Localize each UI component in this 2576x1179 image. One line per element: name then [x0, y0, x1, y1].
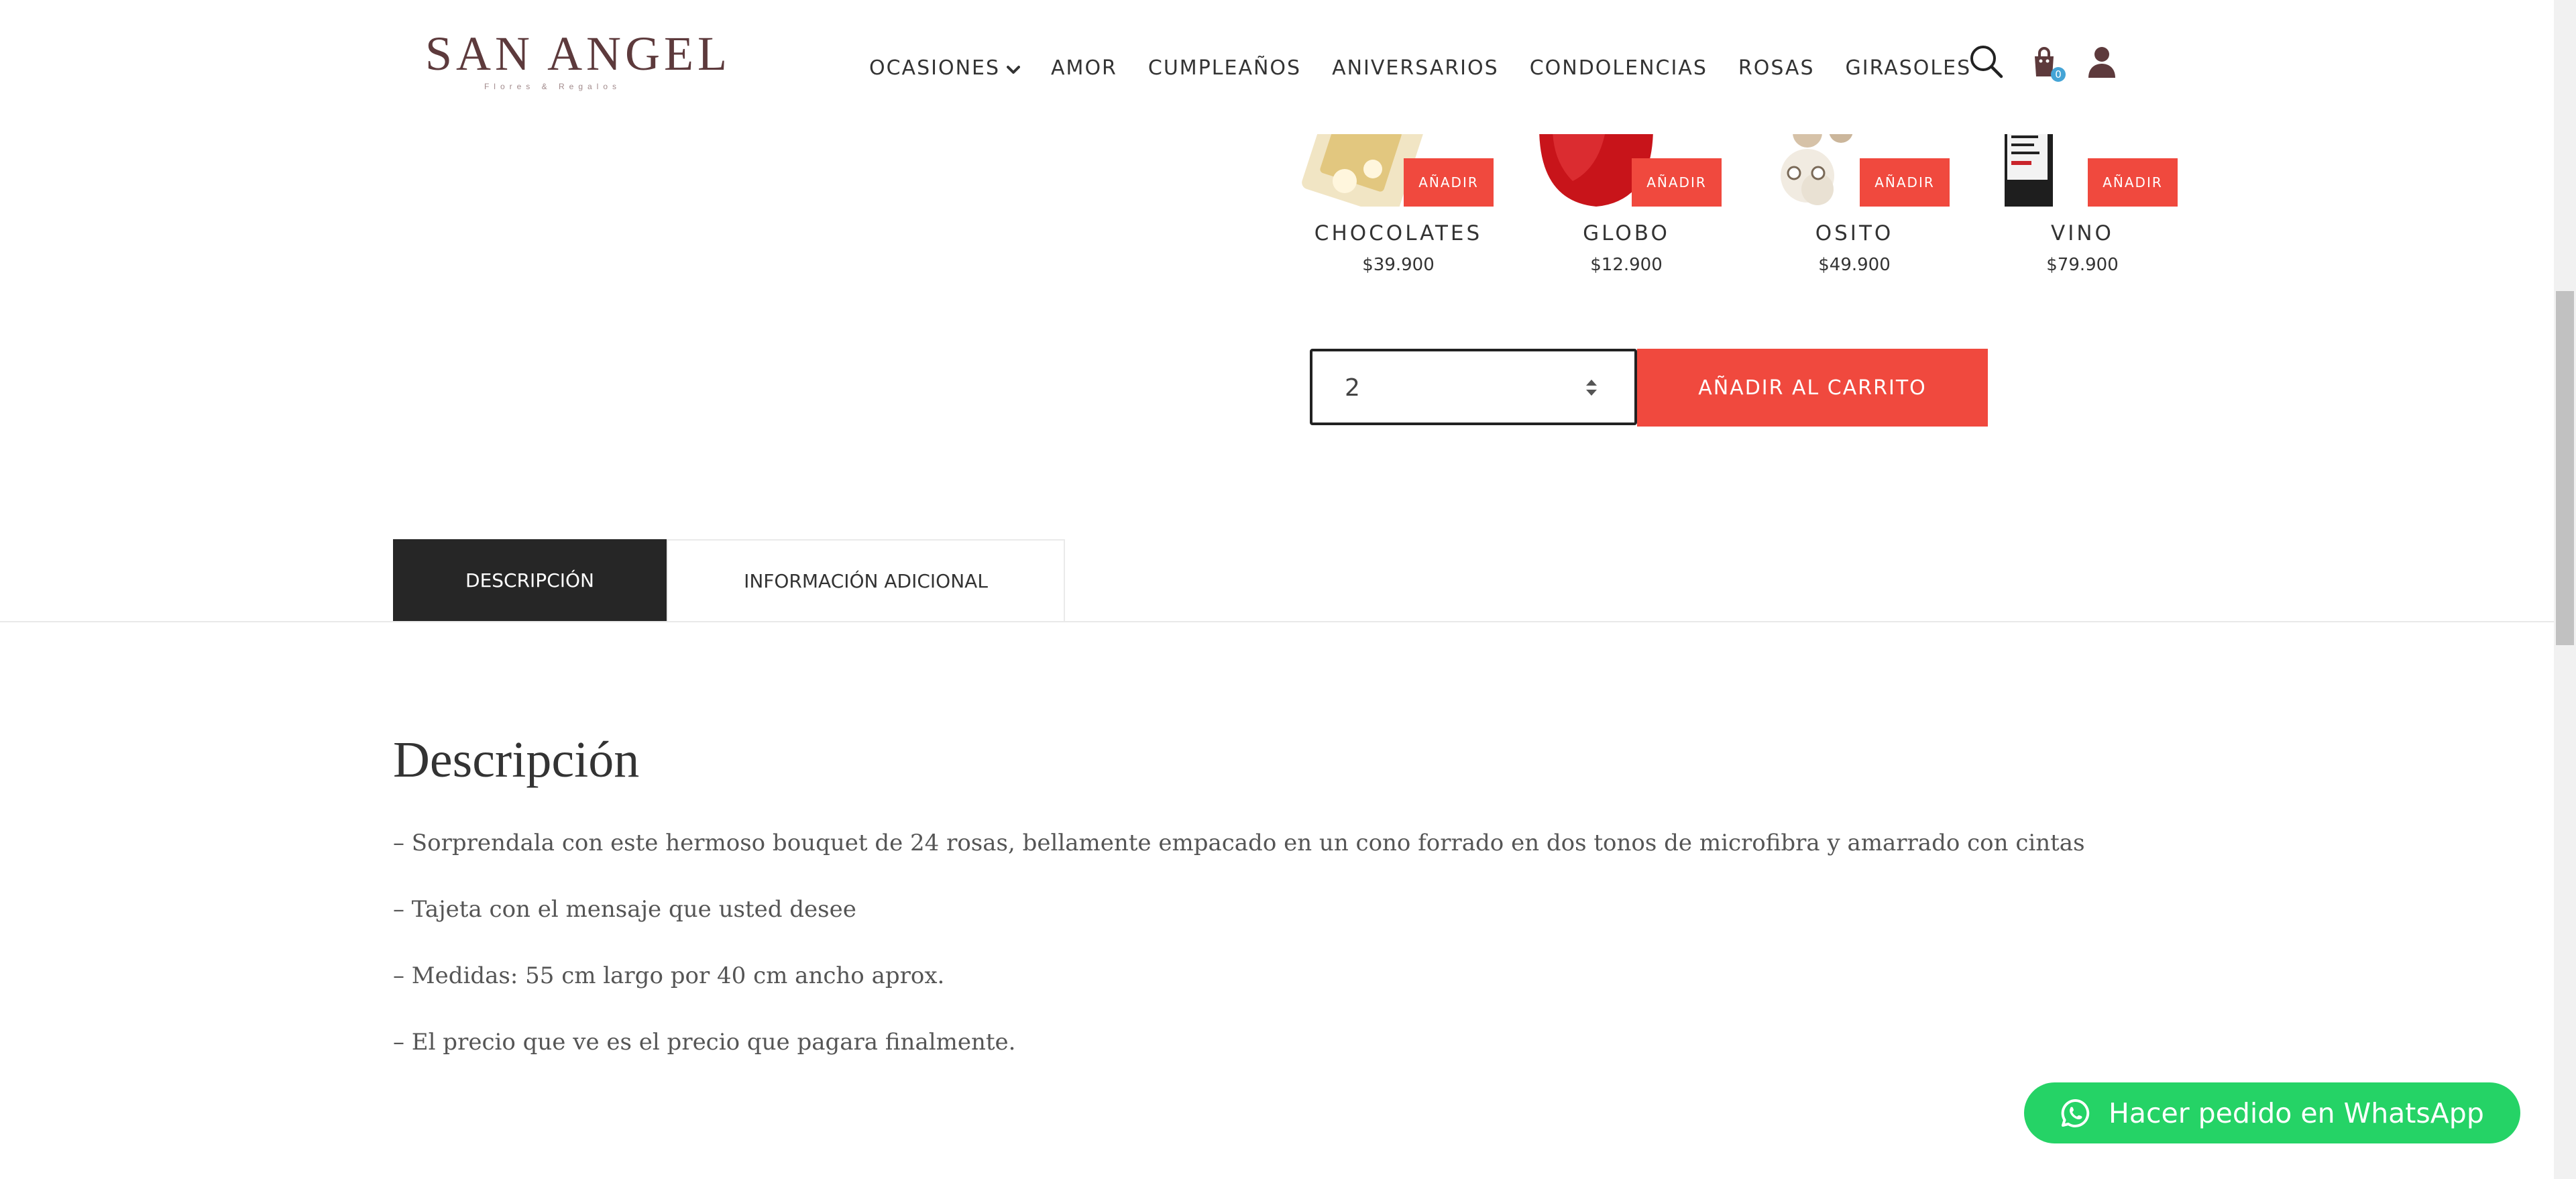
- quantity-input[interactable]: [1345, 369, 1546, 406]
- description-list: – Sorprendala con este hermoso bouquet d…: [393, 826, 2085, 1092]
- addon-item-globo[interactable]: AÑADIR GLOBO $12.900: [1526, 127, 1727, 295]
- scrollbar-thumb[interactable]: [2556, 291, 2574, 645]
- page-scrollbar[interactable]: [2554, 0, 2576, 1179]
- site-header: SAN ANGEL Flores & Regalos OCASIONES AMO…: [0, 0, 2554, 134]
- addon-price: $12.900: [1590, 255, 1663, 275]
- whatsapp-order-button[interactable]: Hacer pedido en WhatsApp: [2024, 1082, 2520, 1143]
- main-nav: OCASIONES AMOR CUMPLEAÑOS ANIVERSARIOS C…: [869, 56, 1971, 80]
- tab-descripcion[interactable]: DESCRIPCIÓN: [393, 539, 667, 621]
- chevron-down-icon: [1007, 56, 1021, 80]
- addon-price: $49.900: [1818, 255, 1891, 275]
- add-vino-button[interactable]: AÑADIR: [2088, 158, 2178, 207]
- description-line: – Tajeta con el mensaje que usted desee: [393, 896, 856, 923]
- addon-price: $79.900: [2046, 255, 2119, 275]
- add-chocolates-button[interactable]: AÑADIR: [1404, 158, 1494, 207]
- nav-item-condolencias[interactable]: CONDOLENCIAS: [1530, 56, 1707, 80]
- user-icon[interactable]: [2083, 43, 2121, 80]
- site-logo[interactable]: SAN ANGEL Flores & Regalos: [425, 27, 732, 99]
- description-line: – El precio que ve es el precio que paga…: [393, 1029, 1016, 1056]
- tabs-divider: [0, 621, 2554, 622]
- nav-item-rosas[interactable]: ROSAS: [1738, 56, 1815, 80]
- nav-item-ocasiones[interactable]: OCASIONES: [869, 56, 1021, 80]
- tab-informacion-adicional[interactable]: INFORMACIÓN ADICIONAL: [667, 539, 1065, 621]
- addon-products: AÑADIR CHOCOLATES $39.900 AÑADIR GLOBO $…: [1298, 127, 2203, 295]
- shopping-bag-icon[interactable]: 0: [2025, 43, 2066, 82]
- logo-wordmark: SAN ANGEL: [425, 27, 732, 80]
- logo-tagline: Flores & Regalos: [484, 82, 622, 91]
- addon-name[interactable]: GLOBO: [1526, 221, 1727, 245]
- nav-item-girasoles[interactable]: GIRASOLES: [1846, 56, 1972, 80]
- whatsapp-label: Hacer pedido en WhatsApp: [2109, 1097, 2484, 1129]
- add-globo-button[interactable]: AÑADIR: [1632, 158, 1722, 207]
- header-actions: 0: [1968, 43, 2121, 82]
- nav-item-aniversarios[interactable]: ANIVERSARIOS: [1332, 56, 1499, 80]
- add-osito-button[interactable]: AÑADIR: [1860, 158, 1950, 207]
- whatsapp-icon: [2059, 1097, 2091, 1129]
- addon-price: $39.900: [1362, 255, 1435, 275]
- page-viewport: SAN ANGEL Flores & Regalos OCASIONES AMO…: [0, 0, 2554, 1179]
- addon-name[interactable]: VINO: [1982, 221, 2183, 245]
- description-heading: Descripción: [393, 732, 640, 788]
- cart-count-badge: 0: [2051, 67, 2066, 82]
- addon-name[interactable]: OSITO: [1754, 221, 1955, 245]
- description-line: – Sorprendala con este hermoso bouquet d…: [393, 830, 2085, 856]
- addon-item-chocolates[interactable]: AÑADIR CHOCOLATES $39.900: [1298, 127, 1499, 295]
- description-line: – Medidas: 55 cm largo por 40 cm ancho a…: [393, 962, 945, 989]
- add-to-cart-button[interactable]: AÑADIR AL CARRITO: [1637, 349, 1988, 427]
- quantity-stepper[interactable]: [1310, 349, 1637, 425]
- nav-item-amor[interactable]: AMOR: [1051, 56, 1117, 80]
- addon-name[interactable]: CHOCOLATES: [1298, 221, 1499, 245]
- search-icon[interactable]: [1968, 43, 2005, 80]
- addon-item-vino[interactable]: AÑADIR VINO $79.900: [1982, 127, 2183, 295]
- nav-item-label: OCASIONES: [869, 56, 1001, 80]
- product-tabs: DESCRIPCIÓN INFORMACIÓN ADICIONAL: [393, 539, 1065, 621]
- nav-item-cumpleanos[interactable]: CUMPLEAÑOS: [1148, 56, 1301, 80]
- addon-item-osito[interactable]: AÑADIR OSITO $49.900: [1754, 127, 1955, 295]
- spinner-arrows-icon[interactable]: [1582, 374, 1601, 401]
